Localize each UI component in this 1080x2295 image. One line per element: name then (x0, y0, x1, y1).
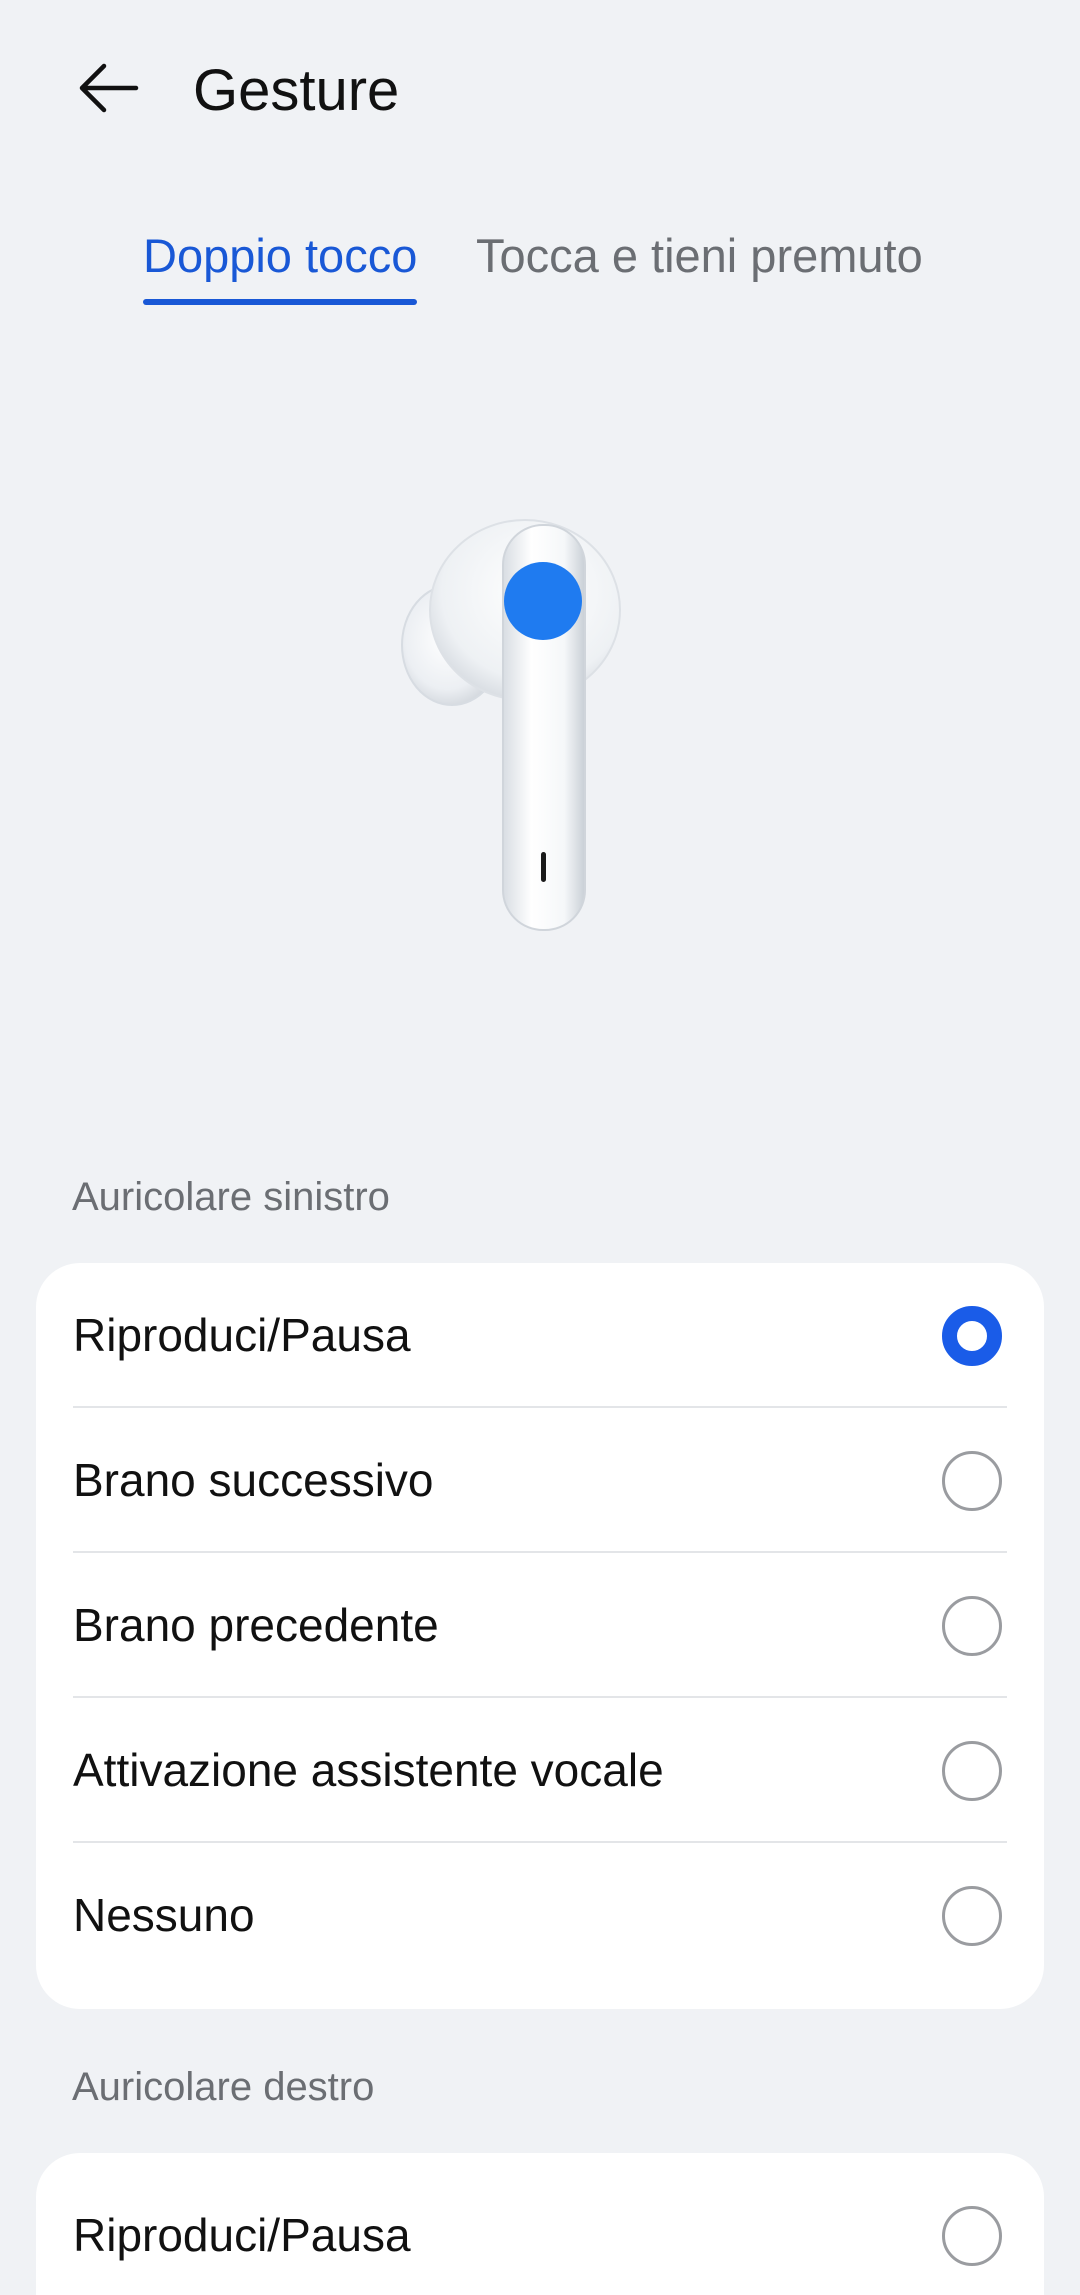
arrow-left-icon (79, 63, 139, 113)
earbud-image (395, 505, 645, 935)
tab-double-tap[interactable]: Doppio tocco (143, 220, 418, 305)
radio-button[interactable] (942, 1596, 1002, 1656)
option-label: Brano successivo (73, 1454, 434, 1506)
active-tab-indicator (143, 299, 418, 305)
option-label: Attivazione assistente vocale (73, 1744, 664, 1796)
tap-point-indicator (504, 562, 582, 640)
radio-button[interactable] (942, 2206, 1002, 2266)
tab-bar: Doppio tocco Tocca e tieni premuto (0, 220, 1080, 310)
option-row-voice-assistant[interactable]: Attivazione assistente vocale (36, 1698, 1044, 1843)
radio-button-selected[interactable] (942, 1306, 1002, 1366)
tab-touch-and-hold[interactable]: Tocca e tieni premuto (476, 220, 923, 292)
option-label: Brano precedente (73, 1599, 439, 1651)
right-earbud-options-card: Riproduci/Pausa (36, 2153, 1044, 2295)
radio-button[interactable] (942, 1741, 1002, 1801)
option-label: Nessuno (73, 1889, 255, 1941)
app-bar: Gesture (0, 0, 1080, 180)
option-label: Riproduci/Pausa (73, 2209, 411, 2261)
tab-label: Doppio tocco (143, 229, 418, 282)
option-row-previous-track[interactable]: Brano precedente (36, 1553, 1044, 1698)
option-row-none[interactable]: Nessuno (36, 1843, 1044, 1988)
microphone-slot (541, 852, 546, 882)
gesture-settings-screen: Gesture Doppio tocco Tocca e tieni premu… (0, 0, 1080, 2295)
right-earbud-section-label: Auricolare destro (72, 2065, 375, 2109)
tab-label: Tocca e tieni premuto (476, 229, 923, 282)
left-earbud-options-card: Riproduci/Pausa Brano successivo Brano p… (36, 1263, 1044, 2009)
option-row-play-pause[interactable]: Riproduci/Pausa (36, 1263, 1044, 1408)
radio-button[interactable] (942, 1886, 1002, 1946)
option-label: Riproduci/Pausa (73, 1309, 411, 1361)
back-button[interactable] (60, 44, 156, 132)
left-earbud-section-label: Auricolare sinistro (72, 1175, 390, 1219)
radio-button[interactable] (942, 1451, 1002, 1511)
option-row-next-track[interactable]: Brano successivo (36, 1408, 1044, 1553)
option-row-play-pause[interactable]: Riproduci/Pausa (36, 2163, 1044, 2295)
page-title: Gesture (193, 58, 400, 123)
